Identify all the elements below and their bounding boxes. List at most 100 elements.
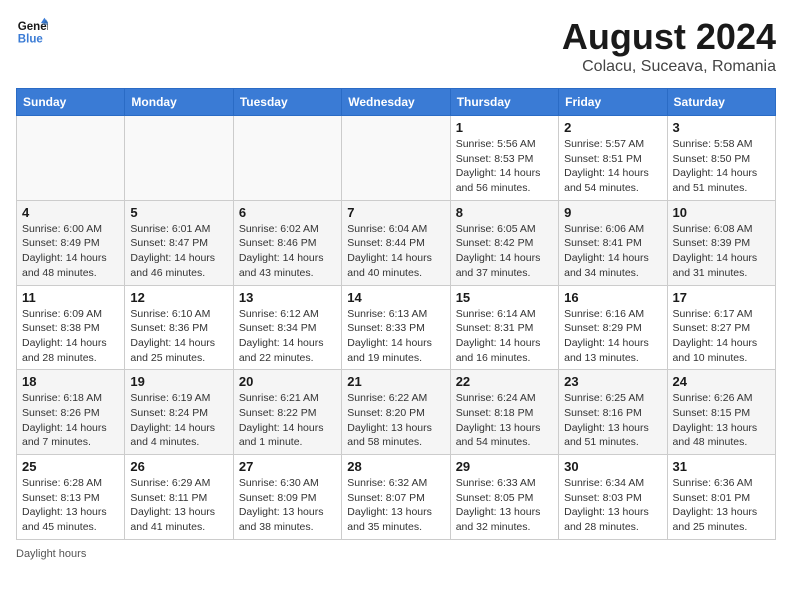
logo-icon: General Blue — [16, 16, 48, 48]
calendar-day-cell: 21Sunrise: 6:22 AM Sunset: 8:20 PM Dayli… — [342, 370, 450, 455]
day-info: Sunrise: 6:14 AM Sunset: 8:31 PM Dayligh… — [456, 307, 553, 366]
calendar-day-cell: 19 Sunrise: 6:19 AM Sunset: 8:24 PM Dayli… — [125, 370, 233, 455]
calendar-day-cell: 29Sunrise: 6:33 AM Sunset: 8:05 PM Dayli… — [450, 455, 558, 540]
calendar-day-cell — [342, 116, 450, 201]
day-info: Sunrise: 6:32 AM Sunset: 8:07 PM Dayligh… — [347, 476, 444, 535]
calendar-day-cell: 7 Sunrise: 6:04 AM Sunset: 8:44 PM Daylig… — [342, 200, 450, 285]
day-number: 21 — [347, 374, 444, 389]
day-info: Sunrise: 6:17 AM Sunset: 8:27 PM Dayligh… — [673, 307, 770, 366]
day-number: 17 — [673, 290, 770, 305]
title-block: August 2024 Colacu, Suceava, Romania — [562, 16, 776, 76]
calendar-day-cell: 12Sunrise: 6:10 AM Sunset: 8:36 PM Dayli… — [125, 285, 233, 370]
calendar-day-cell: 22 Sunrise: 6:24 AM Sunset: 8:18 PM Dayli… — [450, 370, 558, 455]
day-info: Sunrise: 5:58 AM Sunset: 8:50 PM Dayligh… — [673, 137, 770, 196]
day-info: Sunrise: 5:57 AM Sunset: 8:51 PM Dayligh… — [564, 137, 661, 196]
calendar-day-cell — [17, 116, 125, 201]
day-number: 25 — [22, 459, 119, 474]
day-info: Sunrise: 6:06 AM Sunset: 8:41 PM Dayligh… — [564, 222, 661, 281]
day-number: 7 — [347, 205, 444, 220]
day-number: 28 — [347, 459, 444, 474]
day-number: 24 — [673, 374, 770, 389]
calendar-day-cell — [233, 116, 341, 201]
calendar-day-cell: 5 Sunrise: 6:01 AM Sunset: 8:47 PM Daylig… — [125, 200, 233, 285]
day-number: 15 — [456, 290, 553, 305]
day-info: Sunrise: 6:28 AM Sunset: 8:13 PM Dayligh… — [22, 476, 119, 535]
day-number: 23 — [564, 374, 661, 389]
calendar-day-cell: 27Sunrise: 6:30 AM Sunset: 8:09 PM Dayli… — [233, 455, 341, 540]
day-info: Sunrise: 6:13 AM Sunset: 8:33 PM Dayligh… — [347, 307, 444, 366]
page-header: General Blue August 2024 Colacu, Suceava… — [16, 16, 776, 76]
calendar-week-row: 1 Sunrise: 5:56 AM Sunset: 8:53 PM Daylig… — [17, 116, 776, 201]
day-number: 3 — [673, 120, 770, 135]
day-info: Sunrise: 6:12 AM Sunset: 8:34 PM Dayligh… — [239, 307, 336, 366]
calendar-day-cell: 17 Sunrise: 6:17 AM Sunset: 8:27 PM Dayli… — [667, 285, 775, 370]
day-number: 4 — [22, 205, 119, 220]
day-number: 5 — [130, 205, 227, 220]
day-number: 29 — [456, 459, 553, 474]
calendar-day-cell: 15 Sunrise: 6:14 AM Sunset: 8:31 PM Dayli… — [450, 285, 558, 370]
calendar-day-cell: 25 Sunrise: 6:28 AM Sunset: 8:13 PM Dayli… — [17, 455, 125, 540]
day-info: Sunrise: 6:34 AM Sunset: 8:03 PM Dayligh… — [564, 476, 661, 535]
day-info: Sunrise: 6:18 AM Sunset: 8:26 PM Dayligh… — [22, 391, 119, 450]
day-number: 13 — [239, 290, 336, 305]
calendar-day-cell: 6 Sunrise: 6:02 AM Sunset: 8:46 PM Daylig… — [233, 200, 341, 285]
calendar-week-row: 25 Sunrise: 6:28 AM Sunset: 8:13 PM Dayli… — [17, 455, 776, 540]
calendar-day-cell: 20Sunrise: 6:21 AM Sunset: 8:22 PM Dayli… — [233, 370, 341, 455]
location-subtitle: Colacu, Suceava, Romania — [562, 58, 776, 76]
calendar-day-cell: 14 Sunrise: 6:13 AM Sunset: 8:33 PM Dayli… — [342, 285, 450, 370]
calendar-day-cell: 30 Sunrise: 6:34 AM Sunset: 8:03 PM Dayli… — [559, 455, 667, 540]
day-info: Sunrise: 6:01 AM Sunset: 8:47 PM Dayligh… — [130, 222, 227, 281]
calendar-day-cell: 13 Sunrise: 6:12 AM Sunset: 8:34 PM Dayli… — [233, 285, 341, 370]
calendar-week-row: 4 Sunrise: 6:00 AM Sunset: 8:49 PM Daylig… — [17, 200, 776, 285]
day-info: Sunrise: 6:05 AM Sunset: 8:42 PM Dayligh… — [456, 222, 553, 281]
day-info: Sunrise: 6:04 AM Sunset: 8:44 PM Dayligh… — [347, 222, 444, 281]
month-year-title: August 2024 — [562, 16, 776, 58]
calendar-day-cell: 23 Sunrise: 6:25 AM Sunset: 8:16 PM Dayli… — [559, 370, 667, 455]
day-number: 1 — [456, 120, 553, 135]
calendar-day-cell — [125, 116, 233, 201]
logo: General Blue — [16, 16, 48, 48]
day-info: Sunrise: 6:02 AM Sunset: 8:46 PM Dayligh… — [239, 222, 336, 281]
calendar-day-cell: 3 Sunrise: 5:58 AM Sunset: 8:50 PM Daylig… — [667, 116, 775, 201]
calendar-day-header: Friday — [559, 89, 667, 116]
calendar-day-header: Saturday — [667, 89, 775, 116]
calendar-day-header: Wednesday — [342, 89, 450, 116]
calendar-day-cell: 31Sunrise: 6:36 AM Sunset: 8:01 PM Dayli… — [667, 455, 775, 540]
calendar-day-cell: 26Sunrise: 6:29 AM Sunset: 8:11 PM Dayli… — [125, 455, 233, 540]
calendar-day-cell: 24 Sunrise: 6:26 AM Sunset: 8:15 PM Dayli… — [667, 370, 775, 455]
day-info: Sunrise: 6:25 AM Sunset: 8:16 PM Dayligh… — [564, 391, 661, 450]
calendar-day-cell: 4 Sunrise: 6:00 AM Sunset: 8:49 PM Daylig… — [17, 200, 125, 285]
day-info: Sunrise: 6:10 AM Sunset: 8:36 PM Dayligh… — [130, 307, 227, 366]
day-info: Sunrise: 6:09 AM Sunset: 8:38 PM Dayligh… — [22, 307, 119, 366]
calendar-day-cell: 9 Sunrise: 6:06 AM Sunset: 8:41 PM Daylig… — [559, 200, 667, 285]
day-number: 22 — [456, 374, 553, 389]
day-info: Sunrise: 6:00 AM Sunset: 8:49 PM Dayligh… — [22, 222, 119, 281]
calendar-week-row: 11Sunrise: 6:09 AM Sunset: 8:38 PM Dayli… — [17, 285, 776, 370]
calendar-day-header: Monday — [125, 89, 233, 116]
calendar-day-cell: 10Sunrise: 6:08 AM Sunset: 8:39 PM Dayli… — [667, 200, 775, 285]
day-number: 14 — [347, 290, 444, 305]
calendar-header-row: SundayMondayTuesdayWednesdayThursdayFrid… — [17, 89, 776, 116]
day-info: Sunrise: 6:24 AM Sunset: 8:18 PM Dayligh… — [456, 391, 553, 450]
day-number: 2 — [564, 120, 661, 135]
calendar-day-cell: 1 Sunrise: 5:56 AM Sunset: 8:53 PM Daylig… — [450, 116, 558, 201]
day-info: Sunrise: 6:21 AM Sunset: 8:22 PM Dayligh… — [239, 391, 336, 450]
day-number: 6 — [239, 205, 336, 220]
calendar-day-cell: 18 Sunrise: 6:18 AM Sunset: 8:26 PM Dayli… — [17, 370, 125, 455]
day-number: 19 — [130, 374, 227, 389]
calendar-day-cell: 11Sunrise: 6:09 AM Sunset: 8:38 PM Dayli… — [17, 285, 125, 370]
footer-note: Daylight hours — [16, 548, 776, 560]
day-number: 18 — [22, 374, 119, 389]
day-number: 31 — [673, 459, 770, 474]
calendar-day-header: Thursday — [450, 89, 558, 116]
day-number: 30 — [564, 459, 661, 474]
day-info: Sunrise: 6:29 AM Sunset: 8:11 PM Dayligh… — [130, 476, 227, 535]
day-number: 9 — [564, 205, 661, 220]
day-info: Sunrise: 5:56 AM Sunset: 8:53 PM Dayligh… — [456, 137, 553, 196]
day-number: 8 — [456, 205, 553, 220]
day-info: Sunrise: 6:30 AM Sunset: 8:09 PM Dayligh… — [239, 476, 336, 535]
svg-text:Blue: Blue — [18, 34, 44, 46]
calendar-day-cell: 28 Sunrise: 6:32 AM Sunset: 8:07 PM Dayli… — [342, 455, 450, 540]
day-info: Sunrise: 6:26 AM Sunset: 8:15 PM Dayligh… — [673, 391, 770, 450]
day-info: Sunrise: 6:19 AM Sunset: 8:24 PM Dayligh… — [130, 391, 227, 450]
